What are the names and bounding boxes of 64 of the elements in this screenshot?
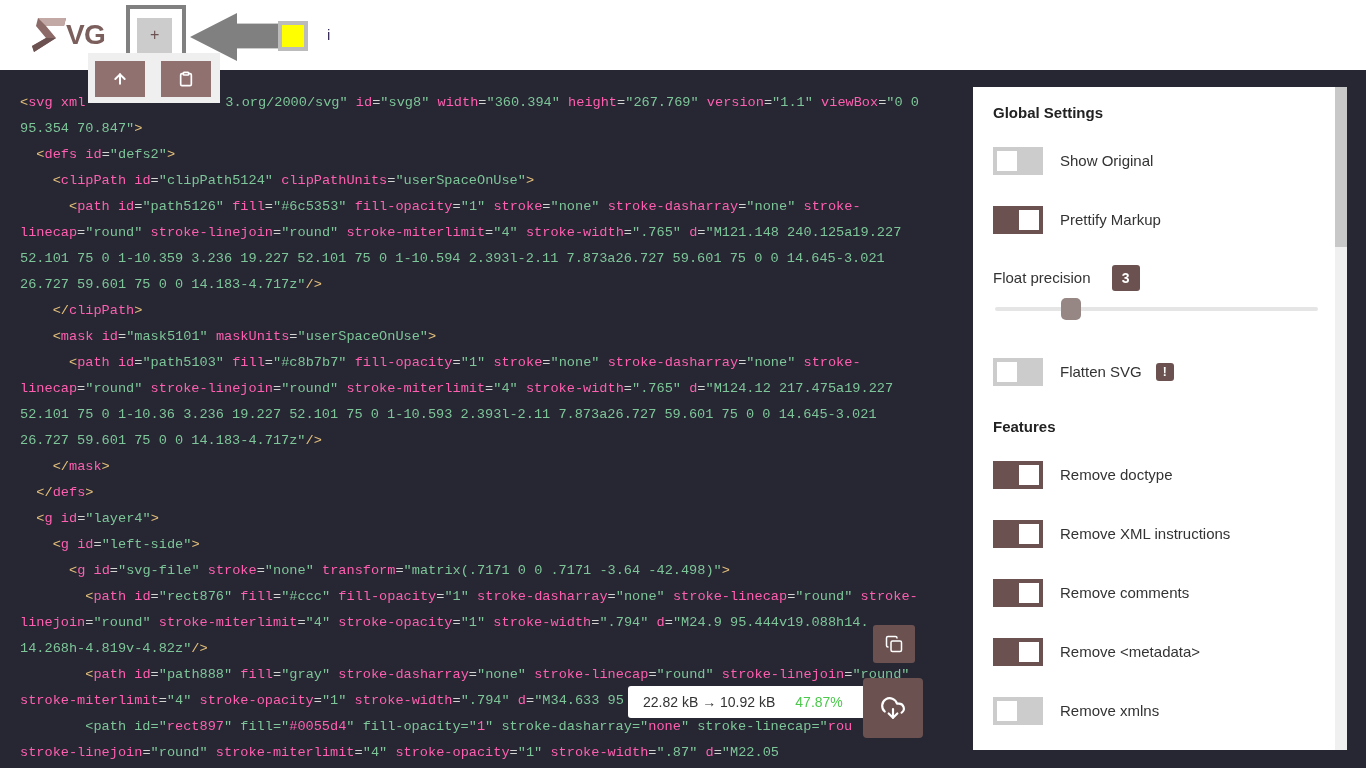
code-line: 14.268h-4.819v-4.82z"/>: [20, 639, 208, 658]
size-text: 22.82 kB → 10.92 kB: [643, 692, 776, 712]
clipboard-icon: [178, 71, 194, 87]
scrollbar[interactable]: [1335, 87, 1347, 750]
toggle-switch[interactable]: [993, 520, 1043, 548]
toggle-label: Prettify Markup: [1060, 209, 1161, 230]
toggle-label: Remove <metadata>: [1060, 641, 1201, 662]
code-line: </mask>: [51, 457, 110, 476]
code-line: linejoin="round" stroke-miterlimit="4" stroke-opacity="1" stroke-width=".794" d="M24.9 95.444v19.088h14.: [20, 613, 869, 632]
code-line: <path id="path5103" fill="#c8b7b7" fill-opacity="1" stroke="none" stroke-dasharray="none" stroke-: [67, 353, 861, 372]
code-line: 3.org/2000/svg" id="svg8" width="360.394" height="267.769" version="1.1" viewBox="0 0: [225, 93, 919, 112]
logo-ribbon-icon: [32, 16, 66, 54]
add-button[interactable]: +: [137, 17, 173, 53]
code-line: linecap="round" stroke-linejoin="round" stroke-miterlimit="4" stroke-width=".765" d="M121.148 240.125a19.227: [20, 223, 902, 242]
copy-button[interactable]: [873, 625, 915, 663]
code-line: 95.354 70.847">: [20, 119, 143, 138]
code-line: </defs>: [35, 483, 94, 502]
toggle-label: Remove doctype: [1060, 464, 1173, 485]
code-line: <clipPath id="clipPath5124" clipPathUnits="userSpaceOnUse">: [51, 171, 535, 190]
code-line: <path id="path5126" fill="#6c5353" fill-opacity="1" stroke="none" stroke-dasharray="none" stroke-: [67, 197, 861, 216]
upload-button[interactable]: [95, 61, 145, 97]
code-line: <defs id="defs2">: [35, 145, 176, 164]
paste-button[interactable]: [161, 61, 211, 97]
code-line: <path id="rect876" fill="#ccc" fill-opacity="1" stroke-dasharray="none" stroke-linecap="round" stroke-: [84, 587, 918, 606]
info-text[interactable]: i: [327, 23, 331, 47]
logo-text: VG: [66, 21, 106, 49]
slider-thumb[interactable]: [1060, 298, 1081, 320]
code-line: stroke-linejoin="round" stroke-miterlimit="4" stroke-opacity="1" stroke-width=".87" d="M22.05: [20, 743, 779, 762]
toggle-switch[interactable]: [993, 638, 1043, 666]
toggle-switch[interactable]: [993, 358, 1043, 386]
value-badge: 3: [1111, 265, 1140, 291]
toggle-switch[interactable]: [993, 206, 1043, 234]
toggle-label: Flatten SVG: [1060, 361, 1142, 382]
code-line: 52.101 75 0 1-10.36 3.236 19.227 52.101 75 0 1-10.593 2.393l-2.11 7.873a26.727 59.601 75 0 0 14.645-3.021: [20, 405, 877, 424]
code-line: <mask id="mask5101" maskUnits="userSpaceOnUse">: [51, 327, 437, 346]
slider-track[interactable]: [995, 298, 1318, 320]
slider-label: Float precision: [993, 267, 1091, 288]
code-line: <svg xml: [20, 93, 86, 112]
saving-percent: 47.87%: [795, 692, 843, 712]
warning-badge[interactable]: !: [1155, 363, 1174, 381]
code-line: <g id="left-side">: [51, 535, 200, 554]
code-line: stroke-miterlimit="4" stroke-opacity="1" stroke-width=".794" d="M34.633 95: [20, 691, 624, 710]
copy-icon: [885, 635, 903, 653]
toggle-label: Show Original: [1060, 150, 1154, 171]
toggle-label: Remove comments: [1060, 582, 1190, 603]
code-line: <g id="layer4">: [35, 509, 159, 528]
code-line: 52.101 75 0 1-10.359 3.236 19.227 52.101 75 0 1-10.594 2.393l-2.11 7.873a26.727 59.601 75 0 0 14.645-3.021: [20, 249, 885, 268]
toggle-switch[interactable]: [993, 461, 1043, 489]
code-line: 26.727 59.601 75 0 0 14.183-4.717z"/>: [20, 431, 322, 450]
code-line: <path id="path888" fill="gray" stroke-dasharray="none" stroke-linecap="round" stroke-linejoin="round": [84, 665, 910, 684]
toggle-switch[interactable]: [993, 147, 1043, 175]
section-heading: Features: [993, 417, 1057, 437]
toggle-label: Remove xmlns: [1060, 700, 1160, 721]
download-button[interactable]: [863, 678, 923, 738]
toggle-switch[interactable]: [993, 579, 1043, 607]
toggle-label: Remove XML instructions: [1060, 523, 1231, 544]
toggle-switch[interactable]: [993, 697, 1043, 725]
section-heading: Global Settings: [993, 103, 1104, 123]
code-line: <g id="svg-file" stroke="none" transform="matrix(.7171 0 0 .7171 -3.64 -42.498)">: [67, 561, 730, 580]
download-icon: [880, 695, 906, 721]
code-line: linecap="round" stroke-linejoin="round" stroke-miterlimit="4" stroke-width=".765" d="M124.12 217.475a19.227: [20, 379, 894, 398]
code-line: </clipPath>: [51, 301, 143, 320]
code-line: <path id="rect897" fill="#0055d4" fill-opacity="1" stroke-dasharray="none" stroke-linecap="rou: [84, 717, 853, 736]
code-line: 26.727 59.601 75 0 0 14.183-4.717z"/>: [20, 275, 322, 294]
